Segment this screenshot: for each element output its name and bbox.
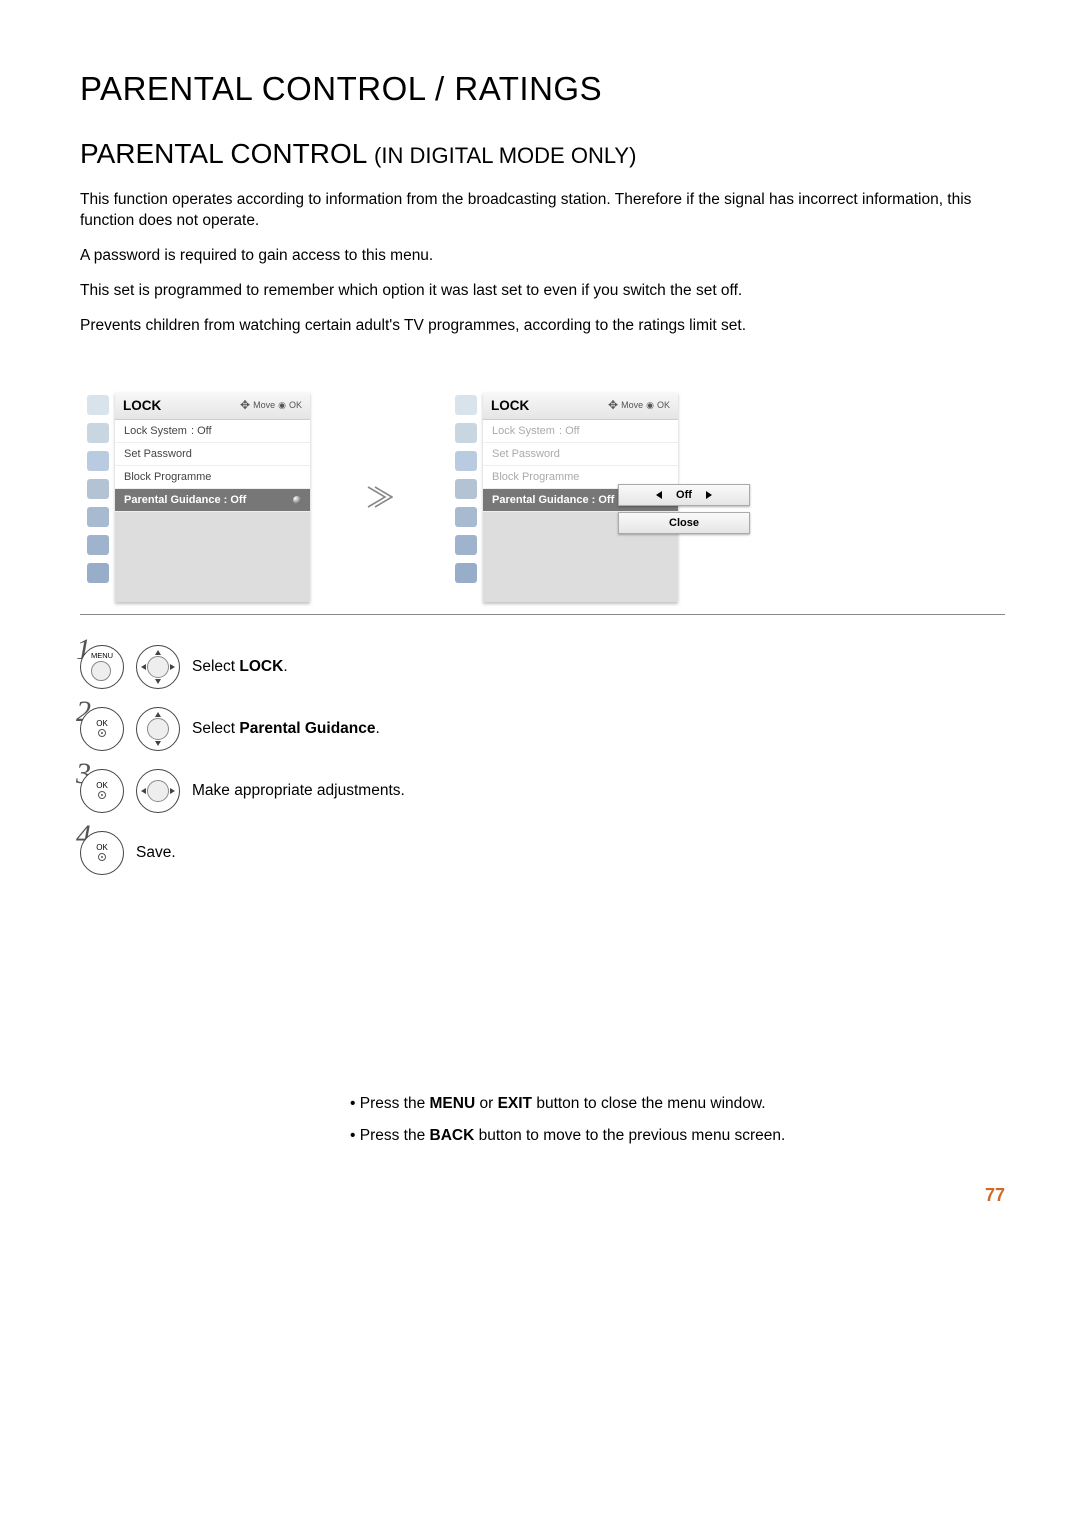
step-text: Make appropriate adjustments. — [192, 782, 405, 800]
arrow-left-icon[interactable] — [656, 491, 662, 499]
move-icon: ✥ — [608, 402, 618, 408]
popup-panel: Off Close — [618, 484, 750, 534]
popup-value: Off — [676, 489, 692, 501]
button-label: OK — [96, 843, 108, 852]
button-label: OK — [96, 719, 108, 728]
section-title-sub: (IN DIGITAL MODE ONLY) — [374, 143, 636, 168]
category-icon — [455, 535, 477, 555]
remote-navpad — [136, 769, 180, 813]
intro-paragraph-2: A password is required to gain access to… — [80, 246, 1005, 267]
step-text-bold: LOCK — [239, 658, 283, 675]
category-icon — [87, 479, 109, 499]
intro-paragraph-4: Prevents children from watching certain … — [80, 316, 1005, 337]
category-icon — [87, 451, 109, 471]
menu-item-lock-system: Lock System : Off — [483, 420, 678, 443]
hint-ok: OK — [657, 400, 670, 410]
menu-item-label: Lock System — [492, 425, 555, 437]
step-4: 4 OK Save. — [80, 831, 1005, 875]
category-icon — [87, 535, 109, 555]
intro-paragraph-1: This function operates according to info… — [80, 190, 1005, 232]
category-icon — [455, 451, 477, 471]
step-text-post: . — [376, 720, 380, 737]
arrow-right-icon[interactable] — [706, 491, 712, 499]
note-back: • Press the BACK button to move to the p… — [350, 1127, 1005, 1145]
button-label: MENU — [91, 652, 113, 660]
remote-ok-button: OK — [80, 769, 124, 813]
remote-menu-button: MENU — [80, 645, 124, 689]
lock-icon — [87, 563, 109, 583]
osd-hints: ✥ Move ◉ OK — [240, 400, 302, 411]
popup-value-selector[interactable]: Off — [618, 484, 750, 506]
menu-item-set-password: Set Password — [483, 443, 678, 466]
menu-item-lock-system[interactable]: Lock System : Off — [115, 420, 310, 443]
remote-navpad — [136, 707, 180, 751]
button-label: OK — [96, 781, 108, 790]
step-text-post: . — [283, 658, 287, 675]
category-icon — [455, 479, 477, 499]
section-title-main: PARENTAL CONTROL — [80, 138, 374, 169]
instruction-steps: 1 MENU Select LOCK. 2 OK Select P — [80, 645, 1005, 875]
osd-screenshot-left: LOCK ✥ Move ◉ OK Lock System : Off Set P… — [80, 392, 310, 602]
footer-notes: • Press the MENU or EXIT button to close… — [80, 1095, 1005, 1145]
osd-menu-panel: LOCK ✥ Move ◉ OK Lock System : Off Set P… — [115, 392, 310, 602]
menu-item-value: : Off — [592, 494, 615, 506]
step-text: Save. — [136, 844, 176, 862]
intro-paragraph-3: This set is programmed to remember which… — [80, 281, 1005, 302]
osd-menu-header: LOCK ✥ Move ◉ OK — [483, 392, 678, 420]
popup-close-label: Close — [669, 517, 699, 529]
menu-filler — [115, 512, 310, 602]
remote-navpad — [136, 645, 180, 689]
menu-item-parental-guidance-selected[interactable]: Parental Guidance : Off — [115, 489, 310, 512]
section-title: PARENTAL CONTROL (IN DIGITAL MODE ONLY) — [80, 138, 1005, 170]
step-text: Select LOCK. — [192, 658, 288, 676]
step-text-pre: Select — [192, 720, 239, 737]
lock-icon — [455, 563, 477, 583]
osd-menu-title: LOCK — [491, 398, 529, 413]
screenshots-row: LOCK ✥ Move ◉ OK Lock System : Off Set P… — [80, 392, 1005, 615]
osd-menu-header: LOCK ✥ Move ◉ OK — [115, 392, 310, 420]
selection-dot-icon — [293, 496, 301, 504]
osd-hints: ✥ Move ◉ OK — [608, 400, 670, 411]
step-1: 1 MENU Select LOCK. — [80, 645, 1005, 689]
step-2: 2 OK Select Parental Guidance. — [80, 707, 1005, 751]
transition-arrow — [365, 484, 393, 510]
hint-ok: OK — [289, 400, 302, 410]
category-icon — [455, 423, 477, 443]
category-icon — [87, 395, 109, 415]
step-text-bold: Parental Guidance — [239, 720, 375, 737]
category-icon — [87, 507, 109, 527]
category-icon — [455, 507, 477, 527]
menu-item-value: : Off — [559, 425, 580, 437]
step-text-pre: Select — [192, 658, 239, 675]
menu-item-label: Parental Guidance — [124, 494, 221, 506]
hint-move: Move — [253, 400, 275, 410]
hint-move: Move — [621, 400, 643, 410]
note-menu-exit: • Press the MENU or EXIT button to close… — [350, 1095, 1005, 1113]
menu-item-value: : Off — [191, 425, 212, 437]
menu-item-block-programme[interactable]: Block Programme — [115, 466, 310, 489]
osd-category-icons — [80, 392, 115, 602]
ok-dot-icon: ◉ — [278, 400, 286, 411]
ok-dot-icon: ◉ — [646, 400, 654, 411]
move-icon: ✥ — [240, 402, 250, 408]
menu-item-label: Lock System — [124, 425, 187, 437]
menu-item-set-password[interactable]: Set Password — [115, 443, 310, 466]
remote-ok-button: OK — [80, 707, 124, 751]
popup-close-button[interactable]: Close — [618, 512, 750, 534]
step-text: Select Parental Guidance. — [192, 720, 380, 738]
osd-category-icons — [448, 392, 483, 602]
page-number: 77 — [80, 1185, 1005, 1206]
menu-item-value: : Off — [224, 494, 247, 506]
menu-item-label: Parental Guidance — [492, 494, 589, 506]
page-title: PARENTAL CONTROL / RATINGS — [80, 70, 1005, 108]
osd-screenshot-right: LOCK ✥ Move ◉ OK Lock System : Off Set P… — [448, 392, 678, 602]
osd-menu-title: LOCK — [123, 398, 161, 413]
step-3: 3 OK Make appropriate adjustments. — [80, 769, 1005, 813]
category-icon — [87, 423, 109, 443]
remote-ok-button: OK — [80, 831, 124, 875]
category-icon — [455, 395, 477, 415]
